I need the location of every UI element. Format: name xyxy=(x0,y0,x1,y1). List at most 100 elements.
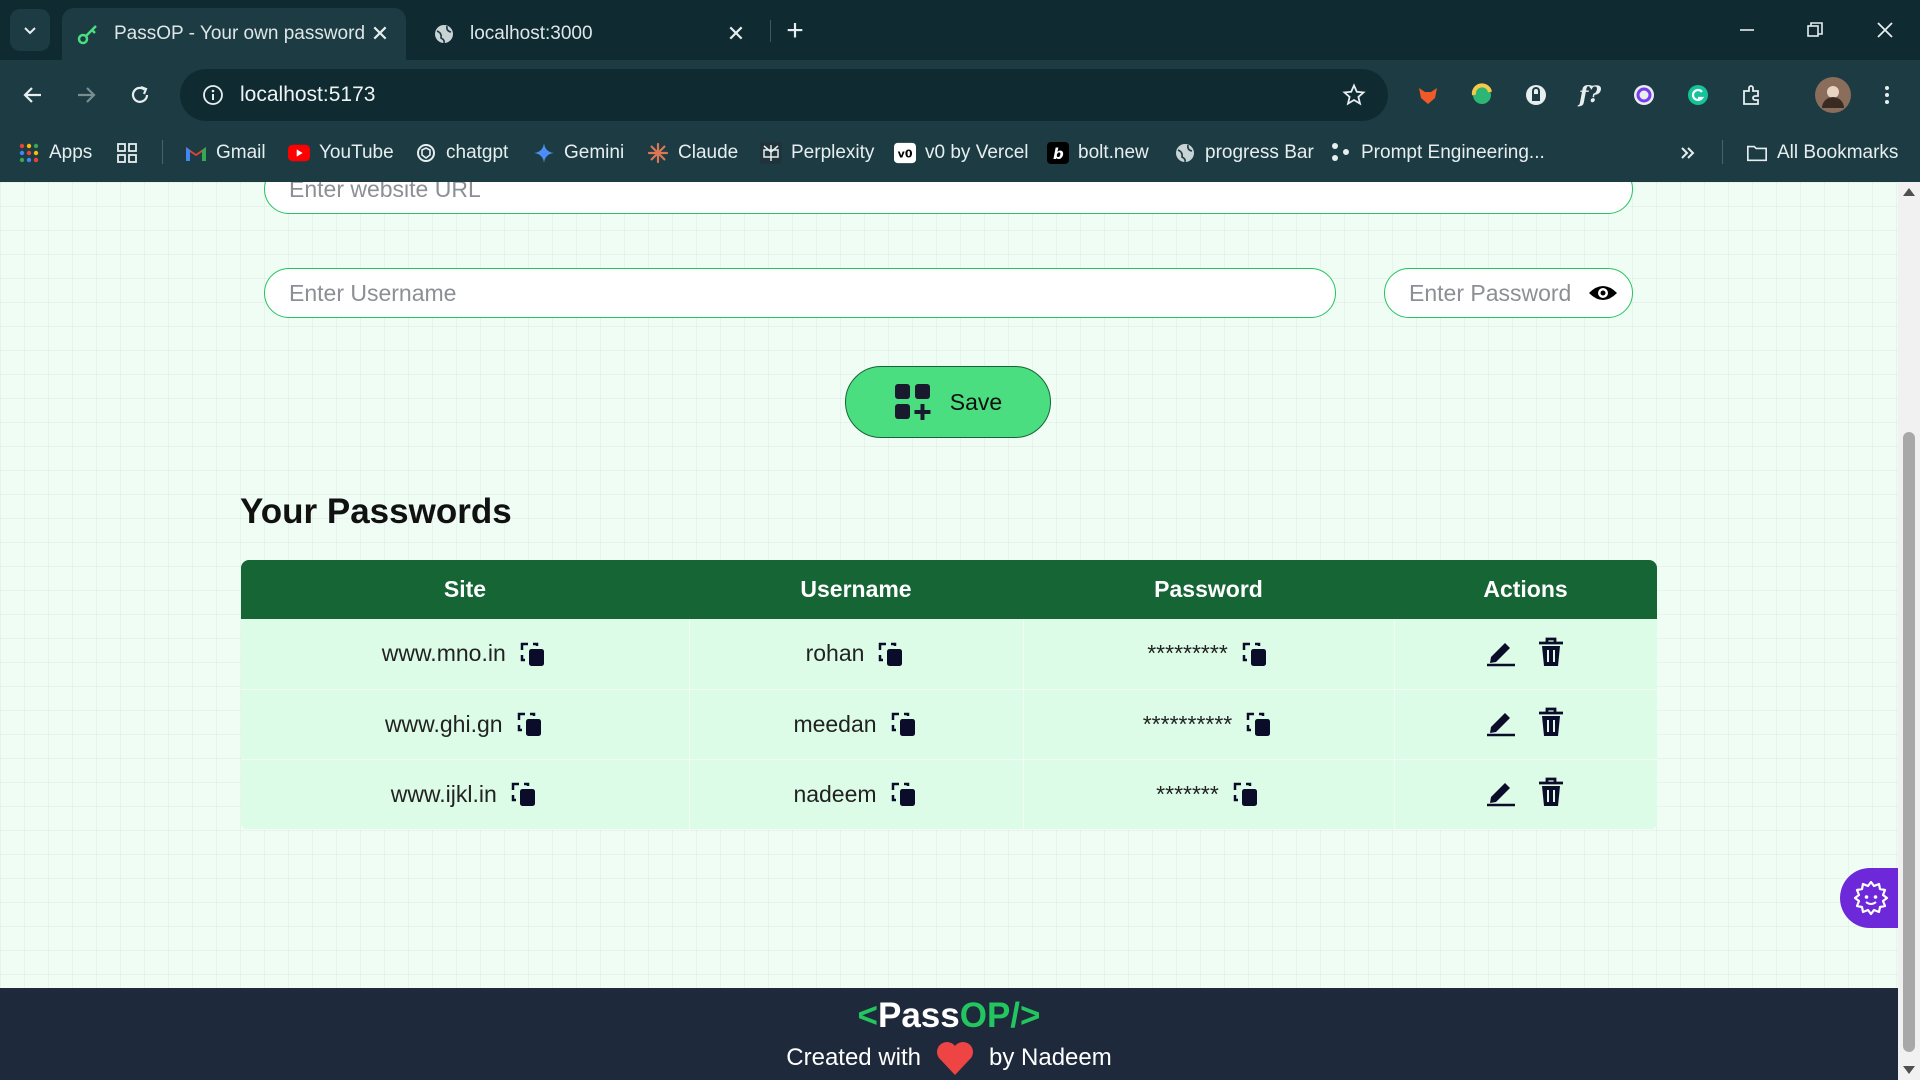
site-info-icon[interactable] xyxy=(186,84,240,106)
bookmark-label: progress Bar xyxy=(1205,142,1314,163)
bookmark-gmail[interactable]: Gmail xyxy=(185,136,266,170)
back-button[interactable] xyxy=(14,76,52,114)
username-cell: meedan xyxy=(689,689,1024,760)
username-placeholder: Enter Username xyxy=(289,279,457,306)
bookmark-divider xyxy=(1722,140,1723,164)
bookmark-label: bolt.new xyxy=(1078,142,1149,163)
column-header-password: Password xyxy=(1023,560,1394,619)
dots-icon xyxy=(1330,142,1352,164)
tab-title: PassOP - Your own password m xyxy=(114,23,368,44)
scroll-thumb[interactable] xyxy=(1903,432,1915,1052)
username-cell: nadeem xyxy=(689,759,1024,830)
extension-circle-icon[interactable] xyxy=(1627,78,1661,112)
copy-icon[interactable] xyxy=(515,709,545,739)
bookmark-tab-groups[interactable] xyxy=(116,136,147,170)
page-scrollbar[interactable] xyxy=(1898,182,1920,1080)
bookmark-star-icon[interactable] xyxy=(1332,83,1376,107)
edit-icon[interactable] xyxy=(1484,635,1518,669)
all-bookmarks-button[interactable]: All Bookmarks xyxy=(1746,136,1898,170)
tab-passop[interactable]: PassOP - Your own password m ✕ xyxy=(62,8,406,60)
apps-grid-icon xyxy=(18,142,40,164)
website-url-input[interactable]: Enter website URL xyxy=(264,182,1633,214)
url-text[interactable]: localhost:5173 xyxy=(240,83,1332,107)
copy-icon[interactable] xyxy=(889,709,919,739)
delete-icon[interactable] xyxy=(1534,775,1568,809)
bookmark-label: Apps xyxy=(49,142,93,163)
extension-colorful-icon[interactable] xyxy=(1465,78,1499,112)
extension-grammarly-icon[interactable] xyxy=(1681,78,1715,112)
bookmark-label: YouTube xyxy=(319,142,394,163)
bookmark-label: v0 by Vercel xyxy=(925,142,1029,163)
minimize-button[interactable] xyxy=(1722,8,1772,52)
restore-button[interactable] xyxy=(1790,8,1840,52)
gear-icon xyxy=(1853,880,1889,916)
chatgpt-icon xyxy=(415,142,437,164)
password-cell: ********** xyxy=(1023,689,1395,760)
reload-button[interactable] xyxy=(121,76,159,114)
username-input[interactable]: Enter Username xyxy=(264,268,1336,318)
extension-lock-icon[interactable] xyxy=(1519,78,1553,112)
edit-icon[interactable] xyxy=(1484,705,1518,739)
tab-search-button[interactable] xyxy=(10,9,50,51)
floating-settings-button[interactable] xyxy=(1840,868,1902,928)
scroll-down-arrow-icon[interactable] xyxy=(1903,1066,1915,1074)
new-tab-button[interactable]: + xyxy=(778,14,812,48)
username-text: rohan xyxy=(805,640,865,667)
close-icon[interactable]: ✕ xyxy=(368,21,392,46)
bookmark-bolt[interactable]: b bolt.new xyxy=(1047,136,1149,170)
bookmark-claude[interactable]: Claude xyxy=(647,136,738,170)
password-masked: ********** xyxy=(1142,710,1233,737)
heart-icon xyxy=(935,1040,975,1076)
extensions-puzzle-icon[interactable] xyxy=(1735,78,1769,112)
delete-icon[interactable] xyxy=(1534,705,1568,739)
bookmark-progress-bar[interactable]: progress Bar xyxy=(1174,136,1314,170)
copy-icon[interactable] xyxy=(1244,709,1274,739)
profile-avatar[interactable] xyxy=(1815,77,1851,113)
password-masked: ********* xyxy=(1147,640,1228,667)
extension-fx-icon[interactable]: f? xyxy=(1573,78,1607,112)
forward-button[interactable] xyxy=(67,76,105,114)
tab-title: localhost:3000 xyxy=(470,23,593,44)
bookmark-perplexity[interactable]: Perplexity xyxy=(760,136,874,170)
password-input[interactable]: Enter Password xyxy=(1384,268,1633,318)
grid-icon xyxy=(116,142,138,164)
tab-localhost-3000[interactable]: localhost:3000 ✕ xyxy=(418,8,762,60)
delete-icon[interactable] xyxy=(1534,635,1568,669)
folder-icon xyxy=(1746,142,1768,164)
copy-icon[interactable] xyxy=(1240,639,1270,669)
site-link[interactable]: www.mno.in xyxy=(382,640,506,667)
table-row: www.ijkl.in nadeem ******* xyxy=(241,759,1657,830)
copy-icon[interactable] xyxy=(509,779,539,809)
edit-icon[interactable] xyxy=(1484,775,1518,809)
save-label: Save xyxy=(949,388,1003,415)
close-icon[interactable]: ✕ xyxy=(724,21,748,46)
v0-icon: v0 xyxy=(894,142,916,164)
extension-fox-icon[interactable] xyxy=(1411,78,1445,112)
bookmark-gemini[interactable]: Gemini xyxy=(533,136,624,170)
copy-icon[interactable] xyxy=(889,779,919,809)
site-link[interactable]: www.ghi.gn xyxy=(385,711,503,738)
close-window-button[interactable] xyxy=(1860,8,1910,52)
address-bar[interactable]: localhost:5173 xyxy=(180,69,1388,121)
save-button[interactable]: Save xyxy=(845,366,1051,438)
more-menu-icon[interactable] xyxy=(1870,78,1904,112)
website-url-placeholder: Enter website URL xyxy=(289,182,481,202)
copy-icon[interactable] xyxy=(876,639,906,669)
page-footer: <PassOP/> Created with by Nadeem xyxy=(0,988,1898,1080)
bookmark-chatgpt[interactable]: chatgpt xyxy=(415,136,508,170)
bookmarks-overflow-button[interactable] xyxy=(1677,136,1708,170)
scroll-up-arrow-icon[interactable] xyxy=(1903,188,1915,196)
eye-icon[interactable] xyxy=(1588,282,1618,304)
bookmark-apps[interactable]: Apps xyxy=(18,136,92,170)
bookmark-v0[interactable]: v0 v0 by Vercel xyxy=(894,136,1029,170)
bookmark-prompt-engineering[interactable]: Prompt Engineering... xyxy=(1330,136,1545,170)
site-link[interactable]: www.ijkl.in xyxy=(391,781,497,808)
copy-icon[interactable] xyxy=(518,639,548,669)
bookmark-label: Gemini xyxy=(564,142,625,163)
double-chevron-right-icon xyxy=(1677,142,1699,164)
copy-icon[interactable] xyxy=(1231,779,1261,809)
claude-icon xyxy=(647,142,669,164)
username-text: nadeem xyxy=(793,780,877,807)
page-viewport: Enter website URL Enter Username Enter P… xyxy=(0,182,1898,1080)
bookmark-youtube[interactable]: YouTube xyxy=(288,136,394,170)
